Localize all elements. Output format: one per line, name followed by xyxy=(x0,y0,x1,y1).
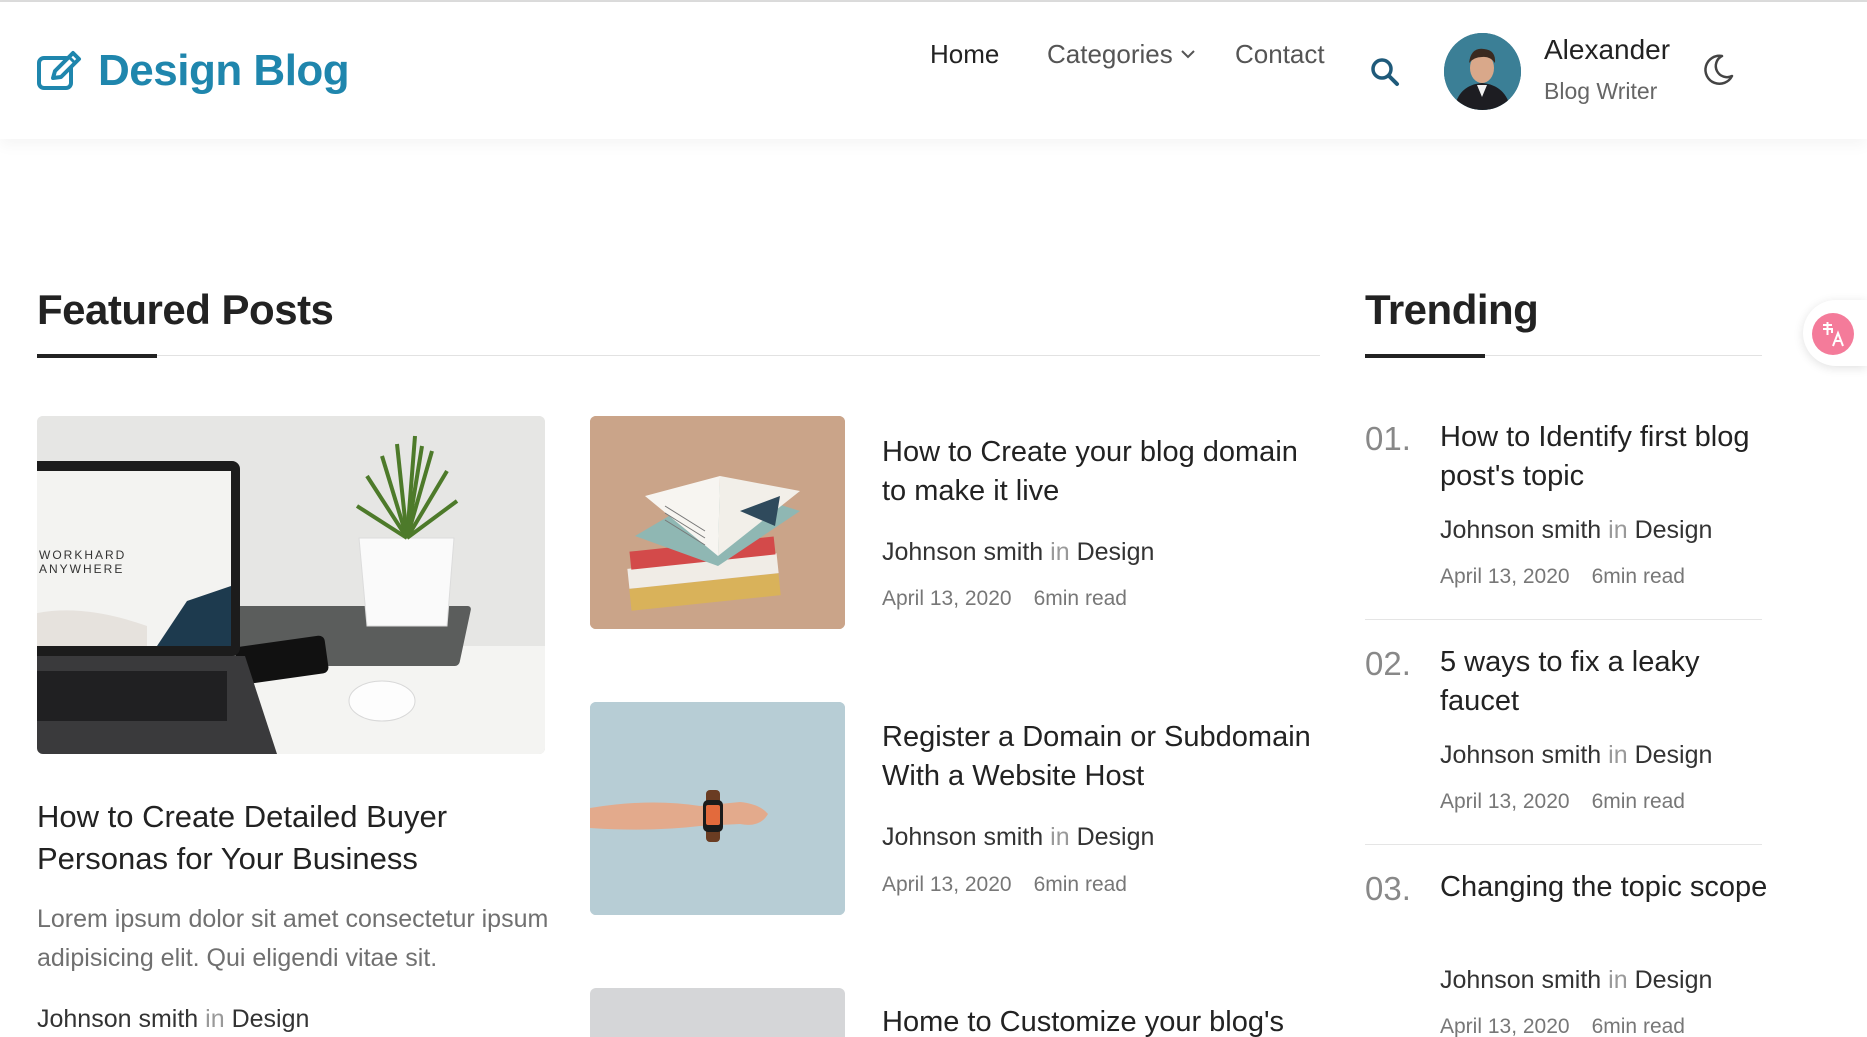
trending-meta: Johnson smith in Design xyxy=(1440,741,1712,770)
meta-in-label: in xyxy=(205,1005,225,1033)
side-post-title[interactable]: How to Create your blog domain to make i… xyxy=(882,433,1322,511)
laptop-desk-photo: WORKHARD ANYWHERE xyxy=(37,416,545,754)
translate-glyph xyxy=(1823,322,1844,347)
author-link[interactable]: Johnson smith xyxy=(1440,516,1601,544)
meta-in-label: in xyxy=(1608,741,1628,769)
nav-contact-link[interactable]: Contact xyxy=(1235,39,1325,70)
read-time: 6min read xyxy=(1033,873,1127,896)
category-link[interactable]: Design xyxy=(1635,516,1713,544)
side-post-date-line: April 13, 2020 6min read xyxy=(882,587,1127,611)
featured-post-title[interactable]: How to Create Detailed Buyer Personas fo… xyxy=(37,796,547,880)
category-link[interactable]: Design xyxy=(1635,741,1713,769)
post-date: April 13, 2020 xyxy=(1440,790,1570,813)
trending-date-line: April 13, 2020 6min read xyxy=(1440,1015,1685,1037)
trending-title[interactable]: Changing the topic scope xyxy=(1440,868,1780,907)
side-post-image[interactable] xyxy=(590,988,845,1037)
featured-post-excerpt: Lorem ipsum dolor sit amet consectetur i… xyxy=(37,905,549,972)
side-post-meta: Johnson smith in Design xyxy=(882,538,1154,567)
side-post-title[interactable]: Home to Customize your blog's xyxy=(882,1003,1322,1037)
avatar-photo xyxy=(1444,33,1521,110)
site-logo[interactable]: Design Blog xyxy=(36,46,350,96)
user-role: Blog Writer xyxy=(1544,78,1658,104)
side-post-title[interactable]: Register a Domain or Subdomain With a We… xyxy=(882,718,1322,796)
trending-separator xyxy=(1365,844,1762,845)
side-post-image[interactable] xyxy=(590,416,845,629)
category-link[interactable]: Design xyxy=(232,1005,310,1033)
post-date: April 13, 2020 xyxy=(882,873,1012,896)
side-post-image[interactable] xyxy=(590,702,845,915)
category-link[interactable]: Design xyxy=(1635,966,1713,994)
user-avatar[interactable] xyxy=(1444,33,1521,110)
featured-post-meta: Johnson smith in Design xyxy=(37,1005,309,1034)
post-date: April 13, 2020 xyxy=(1440,565,1570,588)
trending-title[interactable]: 5 ways to fix a leaky faucet xyxy=(1440,643,1780,721)
trending-meta: Johnson smith in Design xyxy=(1440,966,1712,995)
meta-in-label: in xyxy=(1050,538,1070,566)
trending-number: 01. xyxy=(1365,420,1411,457)
read-time: 6min read xyxy=(1591,790,1685,813)
read-time: 6min read xyxy=(1591,565,1685,588)
side-post-meta: Johnson smith in Design xyxy=(882,823,1154,852)
meta-in-label: in xyxy=(1050,823,1070,851)
featured-heading: Featured Posts xyxy=(37,286,334,333)
laptop-screen-text-2: ANYWHERE xyxy=(39,562,124,576)
edit-icon xyxy=(37,51,81,90)
post-date: April 13, 2020 xyxy=(882,587,1012,610)
author-link[interactable]: Johnson smith xyxy=(1440,741,1601,769)
chevron-down-icon xyxy=(1181,50,1195,59)
trending-accent-bar xyxy=(1365,354,1485,358)
featured-accent-bar xyxy=(37,354,157,358)
nav-categories-dropdown[interactable]: Categories xyxy=(1047,39,1197,70)
trending-meta: Johnson smith in Design xyxy=(1440,516,1712,545)
author-link[interactable]: Johnson smith xyxy=(882,823,1043,851)
open-book-photo xyxy=(590,416,845,629)
trending-number: 03. xyxy=(1365,870,1411,907)
side-post-date-line: April 13, 2020 6min read xyxy=(882,873,1127,897)
author-link[interactable]: Johnson smith xyxy=(37,1005,198,1033)
trending-number: 02. xyxy=(1365,645,1411,682)
trending-date-line: April 13, 2020 6min read xyxy=(1440,565,1685,589)
category-link[interactable]: Design xyxy=(1077,538,1155,566)
author-link[interactable]: Johnson smith xyxy=(1440,966,1601,994)
trending-date-line: April 13, 2020 6min read xyxy=(1440,790,1685,814)
wrist-watch-photo xyxy=(590,702,845,915)
read-time: 6min read xyxy=(1591,1015,1685,1037)
meta-in-label: in xyxy=(1608,966,1628,994)
meta-in-label: in xyxy=(1608,516,1628,544)
site-header: Design Blog Home Categories Contact Alex… xyxy=(0,2,1867,139)
category-link[interactable]: Design xyxy=(1077,823,1155,851)
featured-post-image[interactable]: WORKHARD ANYWHERE xyxy=(37,416,545,754)
featured-divider xyxy=(37,355,1320,356)
translate-icon[interactable] xyxy=(1812,313,1854,355)
nav-categories-label: Categories xyxy=(1047,38,1173,69)
nav-home-link[interactable]: Home xyxy=(930,39,999,70)
laptop-screen-text-1: WORKHARD xyxy=(39,548,126,562)
trending-heading: Trending xyxy=(1365,286,1539,333)
author-link[interactable]: Johnson smith xyxy=(882,538,1043,566)
site-logo-text: Design Blog xyxy=(98,46,350,95)
post-date: April 13, 2020 xyxy=(1440,1015,1570,1037)
search-icon[interactable] xyxy=(1370,57,1400,87)
read-time: 6min read xyxy=(1033,587,1127,610)
trending-title[interactable]: How to Identify first blog post's topic xyxy=(1440,418,1780,496)
moon-icon[interactable] xyxy=(1700,52,1736,88)
user-name: Alexander xyxy=(1544,34,1671,65)
trending-separator xyxy=(1365,619,1762,620)
